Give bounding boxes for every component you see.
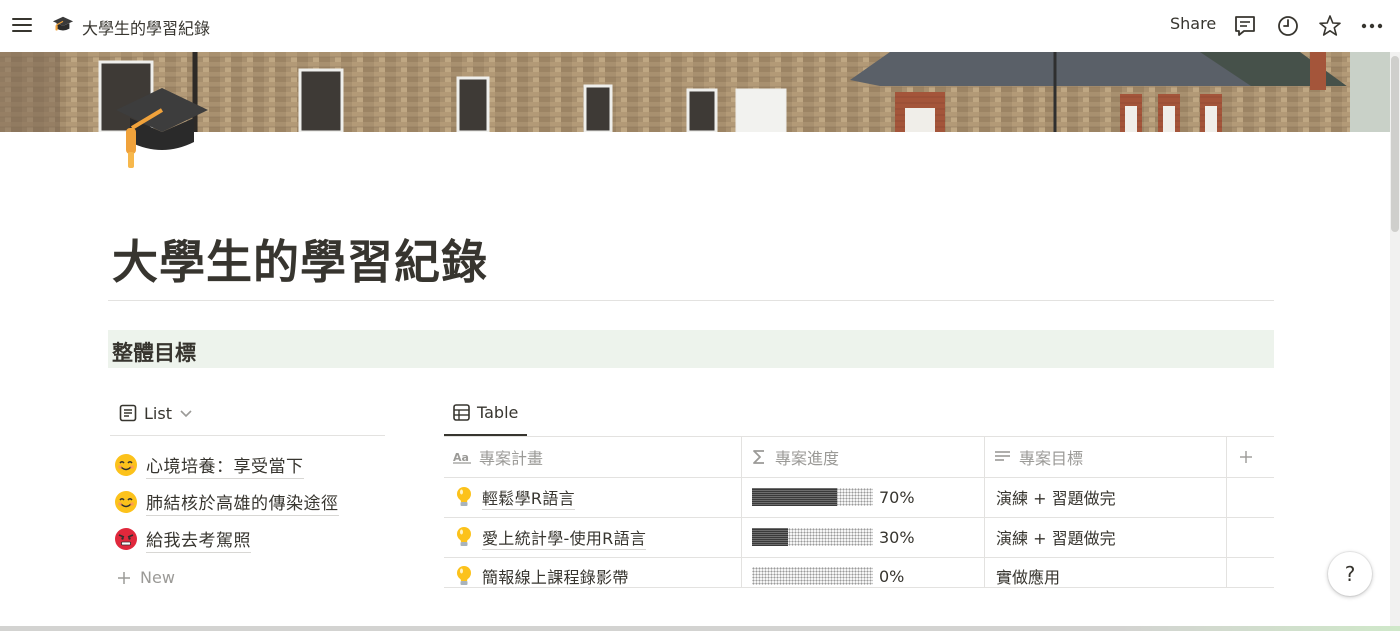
row-title[interactable]: 愛上統計學-使用R語言 [454, 517, 647, 557]
chevron-down-icon[interactable] [178, 405, 194, 421]
column-header-goal[interactable]: 專案目標 [985, 437, 1226, 477]
goal-cell[interactable]: 演練 + 習題做完 [996, 477, 1116, 517]
progress-bar [752, 488, 873, 506]
progress-bar-fill [752, 528, 789, 546]
progress-value: 70% [879, 487, 915, 507]
smiling-face-icon [115, 454, 137, 476]
section-heading-text: 整體目標 [112, 341, 196, 365]
section-heading[interactable]: 整體目標 [108, 330, 1274, 368]
bottom-edge [0, 626, 1400, 631]
table-row[interactable]: 簡報線上課程錄影帶 0% 實做應用 [444, 557, 1274, 587]
table-row[interactable]: 愛上統計學-使用R語言 30% 演練 + 習題做完 [444, 517, 1274, 557]
table-icon [453, 404, 470, 421]
more-icon[interactable] [1359, 13, 1385, 39]
share-button[interactable]: Share [1166, 14, 1220, 33]
list-item[interactable]: 心境培養：享受當下 [114, 451, 304, 479]
divider [108, 300, 1274, 301]
smiling-face-icon [115, 491, 137, 513]
goal-cell[interactable]: 演練 + 習題做完 [996, 517, 1116, 557]
list-item[interactable]: 給我去考駕照 [114, 525, 251, 553]
table-header: Aa 專案計畫 專案進度 專案目標 [444, 437, 1274, 477]
sigma-icon [753, 450, 764, 464]
table-row[interactable]: 輕鬆學R語言 70% 演練 + 習題做完 [444, 477, 1274, 517]
help-button[interactable]: ? [1328, 552, 1372, 596]
row-title-label: 簡報線上課程錄影帶 [482, 564, 629, 588]
list-item[interactable]: 肺結核於高雄的傳染途徑 [114, 488, 339, 516]
list-icon [119, 404, 137, 422]
progress-cell: 30% [752, 517, 915, 557]
goal-cell[interactable]: 實做應用 [996, 557, 1060, 587]
active-tab-indicator [444, 434, 527, 436]
progress-cell: 0% [752, 557, 904, 587]
graduation-cap-icon[interactable] [110, 80, 210, 180]
row-title-label: 輕鬆學R語言 [482, 485, 575, 510]
lightbulb-icon [457, 566, 471, 585]
angry-face-icon [115, 528, 137, 550]
column-header-label: 專案目標 [1019, 449, 1084, 468]
text-aa-icon: Aa [453, 451, 471, 464]
progress-bar-fill [752, 488, 837, 506]
add-column-icon[interactable] [1239, 450, 1253, 464]
lightbulb-icon [457, 487, 471, 506]
progress-cell: 70% [752, 477, 915, 517]
row-title[interactable]: 簡報線上課程錄影帶 [454, 557, 629, 587]
scrollbar-thumb[interactable] [1391, 56, 1399, 232]
breadcrumb-page-title[interactable]: 大學生的學習紀錄 [82, 15, 210, 39]
progress-value: 0% [879, 566, 905, 586]
star-icon[interactable] [1317, 13, 1343, 39]
list-view-tab[interactable]: List [118, 403, 194, 423]
row-title-label: 愛上統計學-使用R語言 [482, 525, 647, 550]
row-title[interactable]: 輕鬆學R語言 [454, 477, 575, 517]
lightbulb-icon [457, 527, 471, 546]
table-view-tab-label: Table [477, 403, 519, 422]
menu-icon[interactable] [10, 13, 34, 37]
column-header-label: 專案計畫 [479, 449, 544, 468]
divider [110, 435, 385, 436]
list-view-tab-label: List [144, 403, 172, 423]
table-view-tab[interactable]: Table [452, 403, 518, 422]
page-title[interactable]: 大學生的學習紀錄 [112, 226, 488, 292]
list-item-label: 肺結核於高雄的傳染途徑 [146, 489, 339, 516]
clock-icon[interactable] [1275, 13, 1301, 39]
svg-text:Aa: Aa [453, 451, 469, 464]
column-header-progress[interactable]: 專案進度 [742, 437, 984, 477]
progress-bar [752, 567, 873, 585]
topbar: 大學生的學習紀錄 Share [0, 0, 1400, 52]
list-item-label: 給我去考駕照 [146, 526, 251, 553]
list-item-label: 心境培養：享受當下 [146, 452, 304, 479]
lines-icon [995, 451, 1010, 461]
comment-icon[interactable] [1232, 13, 1258, 39]
graduation-cap-icon[interactable] [52, 14, 74, 36]
progress-value: 30% [879, 527, 915, 547]
new-item-label: New [140, 568, 175, 587]
row-divider [444, 587, 1274, 588]
column-header-label: 專案進度 [775, 449, 840, 468]
new-item-button[interactable]: New [116, 568, 175, 587]
column-header-project[interactable]: Aa 專案計畫 [444, 437, 741, 477]
progress-bar [752, 528, 873, 546]
plus-icon [118, 571, 130, 584]
